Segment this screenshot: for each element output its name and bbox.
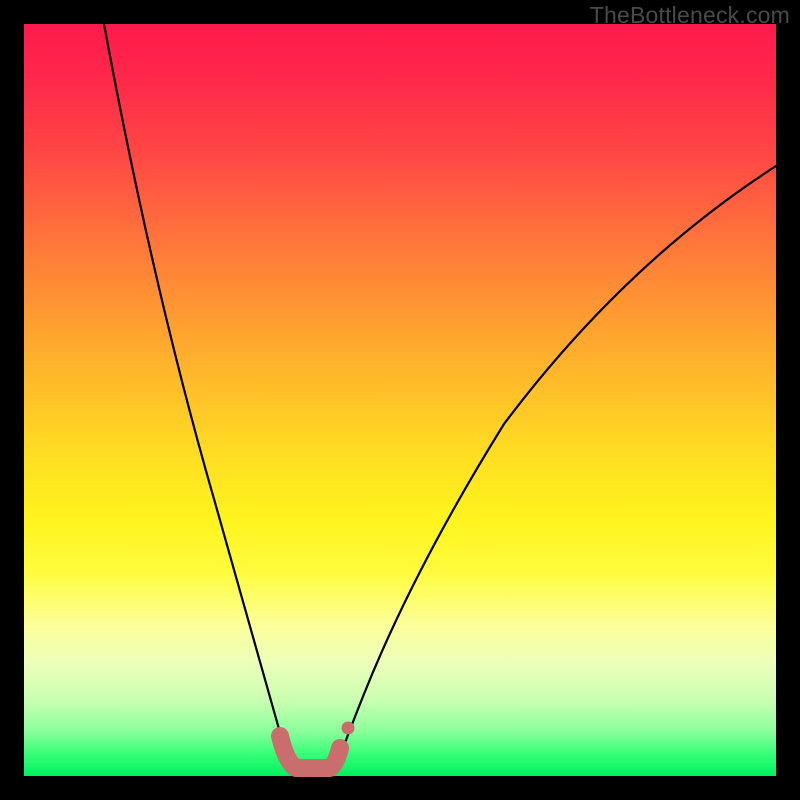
minimum-marker-dot — [342, 722, 355, 735]
curve-left-branch — [104, 24, 292, 768]
minimum-marker — [280, 736, 340, 768]
bottleneck-curve — [24, 24, 776, 776]
plot-area — [24, 24, 776, 776]
curve-right-branch — [336, 166, 776, 768]
watermark-text: TheBottleneck.com — [590, 2, 790, 29]
